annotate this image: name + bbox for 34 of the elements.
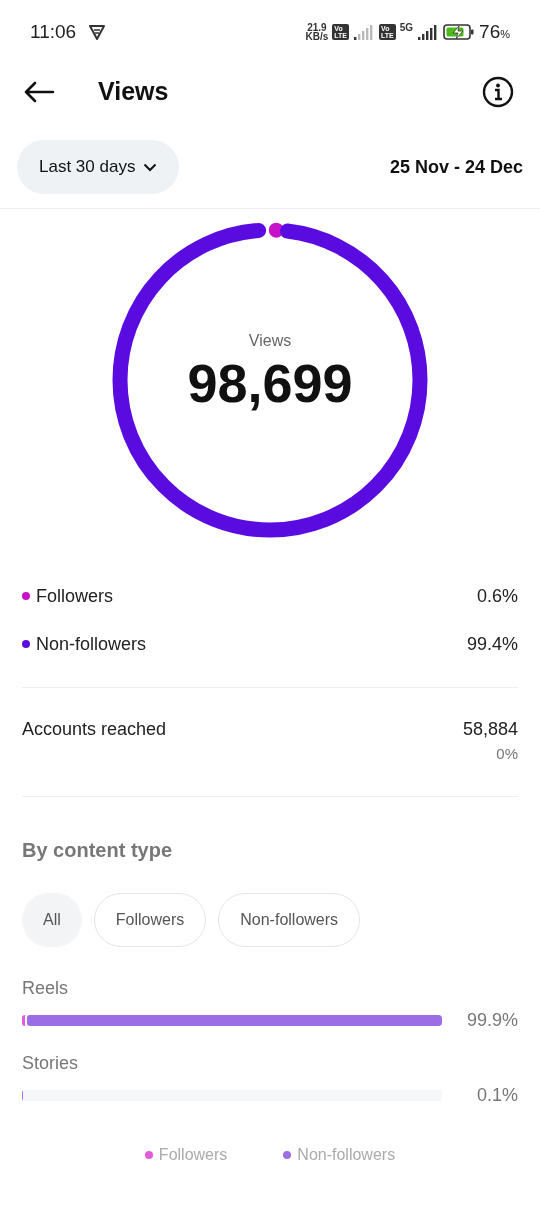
clock-time: 11:06 [30,19,77,44]
views-total: 98,699 [187,353,353,413]
page-title: Views [98,76,169,108]
row-label: Stories [22,1051,80,1074]
battery-level: 76 [479,19,501,44]
legend-label: Non-followers [297,1144,396,1165]
battery-unit: % [500,27,510,42]
legend-label: Followers [36,584,114,608]
chevron-down-icon [143,162,158,172]
filter-chip[interactable]: Followers [93,892,207,947]
filter-chip[interactable]: All [22,892,82,947]
back-arrow-icon [23,81,55,103]
percentage-value: 99.9% [465,1008,518,1032]
chart-label: Views [248,331,292,351]
shield-icon [88,23,107,41]
legend-label: Followers [158,1144,228,1165]
legend-label: Non-followers [36,632,147,656]
speed-unit: KB/s [305,32,329,41]
percentage-value: 99.4% [466,632,518,656]
period-dropdown[interactable]: Last 30 days [17,140,180,194]
section-title: By content type [22,838,173,861]
date-range: 25 Nov - 24 Dec [389,155,523,179]
metric-change: 0% [496,744,518,764]
metric-value: 58,884 [462,718,518,741]
network-label: 5G [399,20,414,35]
info-button[interactable] [482,76,514,108]
filter-chip[interactable]: Non-followers [218,892,361,947]
metric-label: Accounts reached [22,718,167,741]
percentage-value: 0.6% [476,584,518,608]
percentage-value: 0.1% [475,1083,518,1107]
battery-icon [443,23,476,41]
speed-value: 21.9 [307,23,327,32]
info-icon [482,76,514,108]
row-label: Reels [22,976,70,999]
